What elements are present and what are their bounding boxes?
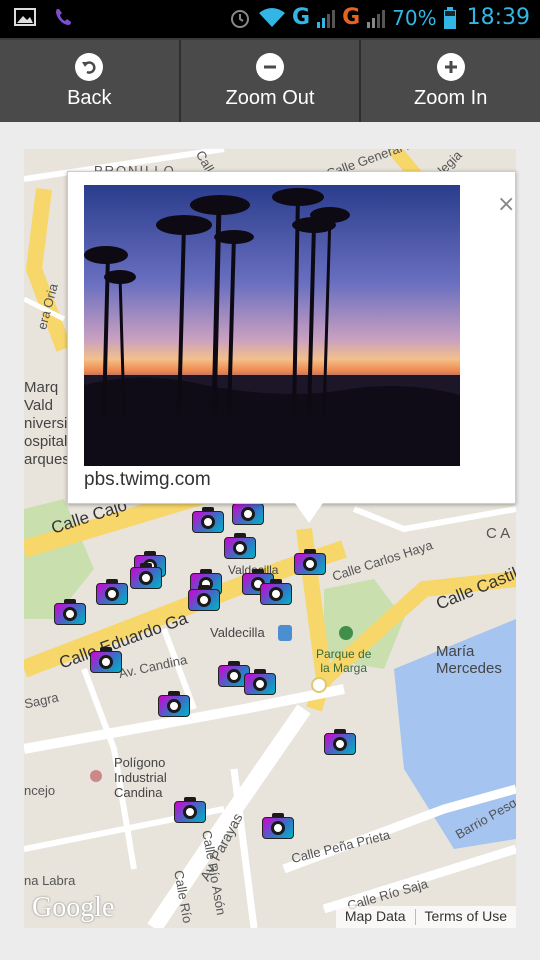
photo-marker[interactable] — [130, 563, 162, 589]
poi-maria-mercedes: María Mercedes — [436, 643, 502, 677]
zoom-out-label: Zoom Out — [225, 86, 315, 109]
street-concejo: ncejo — [24, 783, 56, 798]
map-data-link[interactable]: Map Data — [336, 906, 415, 928]
photo-marker[interactable] — [294, 549, 326, 575]
photo-marker[interactable] — [244, 669, 276, 695]
signal-icon-2 — [367, 9, 386, 28]
viber-icon — [56, 9, 71, 25]
street-labra: na Labra — [24, 873, 76, 888]
signal-icon — [317, 9, 336, 28]
photo-marker[interactable] — [54, 599, 86, 625]
battery-icon — [443, 6, 456, 29]
network-type: G — [292, 5, 311, 30]
info-window[interactable]: pbs.twimg.com × — [67, 171, 516, 504]
terms-of-use-link[interactable]: Terms of Use — [416, 906, 516, 928]
info-window-pointer — [295, 503, 323, 523]
photo-source: pbs.twimg.com — [84, 469, 211, 490]
poi-valdecilla: Valdecilla — [210, 625, 265, 640]
picture-icon — [14, 8, 36, 26]
photo-marker[interactable] — [174, 797, 206, 823]
zoom-out-button[interactable]: Zoom Out — [181, 40, 362, 122]
back-label: Back — [67, 86, 112, 109]
photo-marker[interactable] — [192, 507, 224, 533]
photo-marker[interactable] — [260, 579, 292, 605]
photo-marker[interactable] — [188, 585, 220, 611]
street-ca-right: C A — [486, 525, 511, 542]
photo-marker[interactable] — [96, 579, 128, 605]
photo-marker[interactable] — [90, 647, 122, 673]
status-bar: G G 70% 18:39 — [0, 0, 540, 38]
google-logo: Google — [32, 892, 115, 923]
back-icon — [75, 52, 104, 81]
network-type-2: G — [342, 5, 361, 30]
back-button[interactable]: Back — [0, 40, 181, 122]
battery-percent: 70% — [392, 5, 437, 30]
tweet-photo[interactable] — [84, 185, 460, 466]
poi-poligono: Polígono Industrial Candina — [114, 755, 167, 800]
plus-icon — [436, 52, 465, 81]
clock: 18:39 — [466, 5, 530, 30]
photo-marker[interactable] — [158, 691, 190, 717]
map-footer: Map Data Terms of Use — [335, 906, 516, 928]
alarm-icon — [231, 9, 250, 28]
minus-icon — [256, 52, 284, 81]
poi-marques: Marq Vald niversi ospital arques — [24, 379, 70, 468]
photo-marker[interactable] — [224, 533, 256, 559]
wifi-icon — [259, 7, 286, 27]
zoom-in-button[interactable]: Zoom In — [361, 40, 540, 122]
zoom-in-label: Zoom In — [414, 86, 488, 109]
photo-marker[interactable] — [324, 729, 356, 755]
photo-marker[interactable] — [262, 813, 294, 839]
poi-parque-marga: Parque de la Marga — [316, 647, 372, 675]
close-icon[interactable]: × — [497, 192, 515, 217]
toolbar: Back Zoom Out Zoom In — [0, 38, 540, 122]
